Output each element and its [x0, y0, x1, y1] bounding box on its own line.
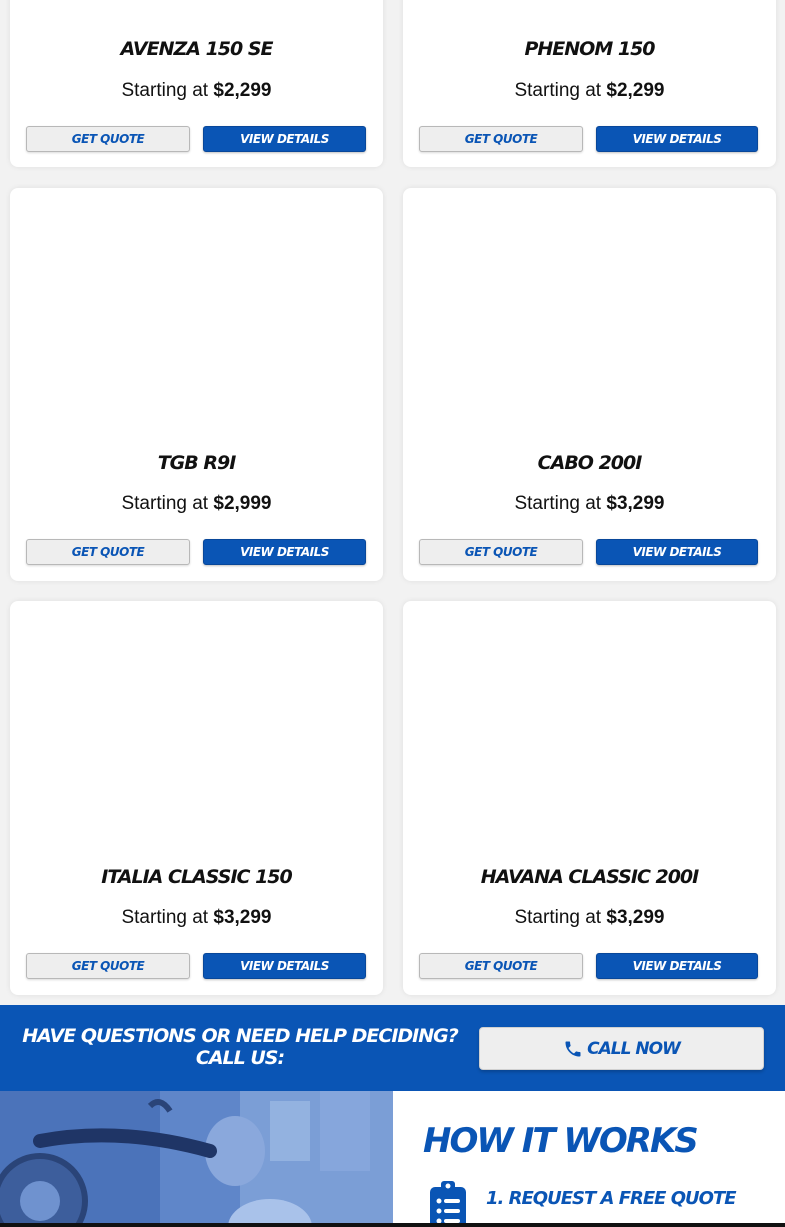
step-item: 1. REQUEST A FREE QUOTE [428, 1179, 737, 1227]
product-price: Starting at $2,299 [403, 80, 776, 102]
price-value: $2,999 [213, 493, 272, 514]
get-quote-button[interactable]: GET QUOTE [419, 539, 583, 565]
price-prefix: Starting at [121, 493, 214, 514]
product-price: Starting at $2,299 [10, 80, 383, 102]
how-it-works-section: HOW IT WORKS 1. REQUEST A FREE QUOTE [393, 1091, 785, 1227]
price-value: $2,299 [606, 80, 665, 101]
get-quote-button[interactable]: GET QUOTE [26, 953, 190, 979]
product-price: Starting at $3,299 [403, 907, 776, 929]
price-value: $3,299 [606, 907, 665, 928]
price-value: $3,299 [606, 493, 665, 514]
price-prefix: Starting at [514, 907, 607, 928]
price-value: $2,299 [213, 80, 272, 101]
view-details-button[interactable]: VIEW DETAILS [203, 539, 366, 565]
product-name: TGB R9I [157, 452, 237, 474]
clipboard-list-icon [428, 1179, 468, 1227]
price-prefix: Starting at [514, 80, 607, 101]
product-name: CABO 200I [537, 452, 643, 474]
product-price: Starting at $2,999 [10, 493, 383, 515]
step-label: 1. REQUEST A FREE QUOTE [486, 1187, 737, 1209]
help-cta-bar: HAVE QUESTIONS OR NEED HELP DECIDING? CA… [0, 1005, 785, 1091]
phone-icon [563, 1039, 583, 1059]
product-card: ITALIA CLASSIC 150 Starting at $3,299 GE… [10, 601, 383, 995]
product-card: HAVANA CLASSIC 200I Starting at $3,299 G… [403, 601, 776, 995]
product-name: AVENZA 150 SE [120, 38, 273, 60]
price-prefix: Starting at [514, 493, 607, 514]
product-name: ITALIA CLASSIC 150 [101, 866, 293, 888]
call-now-button[interactable]: CALL NOW [479, 1027, 764, 1070]
get-quote-button[interactable]: GET QUOTE [419, 126, 583, 152]
get-quote-button[interactable]: GET QUOTE [419, 953, 583, 979]
price-prefix: Starting at [121, 80, 214, 101]
product-card: PHENOM 150 Starting at $2,299 GET QUOTE … [403, 0, 776, 167]
scooter-photo [0, 1091, 393, 1227]
product-card: AVENZA 150 SE Starting at $2,299 GET QUO… [10, 0, 383, 167]
cta-heading: HAVE QUESTIONS OR NEED HELP DECIDING? CA… [20, 1025, 460, 1069]
price-prefix: Starting at [121, 907, 214, 928]
cta-line-1: HAVE QUESTIONS OR NEED HELP DECIDING? [22, 1025, 459, 1047]
product-name: PHENOM 150 [524, 38, 655, 60]
call-now-label: CALL NOW [587, 1038, 681, 1059]
product-name: HAVANA CLASSIC 200I [480, 866, 699, 888]
get-quote-button[interactable]: GET QUOTE [26, 126, 190, 152]
page-bottom-edge [0, 1223, 785, 1227]
view-details-button[interactable]: VIEW DETAILS [596, 126, 758, 152]
product-price: Starting at $3,299 [403, 493, 776, 515]
how-it-works-title: HOW IT WORKS [423, 1121, 699, 1161]
product-price: Starting at $3,299 [10, 907, 383, 929]
product-card: CABO 200I Starting at $3,299 GET QUOTE V… [403, 188, 776, 581]
cta-line-2: CALL US: [195, 1047, 285, 1069]
view-details-button[interactable]: VIEW DETAILS [596, 953, 758, 979]
get-quote-button[interactable]: GET QUOTE [26, 539, 190, 565]
price-value: $3,299 [213, 907, 272, 928]
view-details-button[interactable]: VIEW DETAILS [203, 953, 366, 979]
view-details-button[interactable]: VIEW DETAILS [203, 126, 366, 152]
view-details-button[interactable]: VIEW DETAILS [596, 539, 758, 565]
product-card: TGB R9I Starting at $2,999 GET QUOTE VIE… [10, 188, 383, 581]
